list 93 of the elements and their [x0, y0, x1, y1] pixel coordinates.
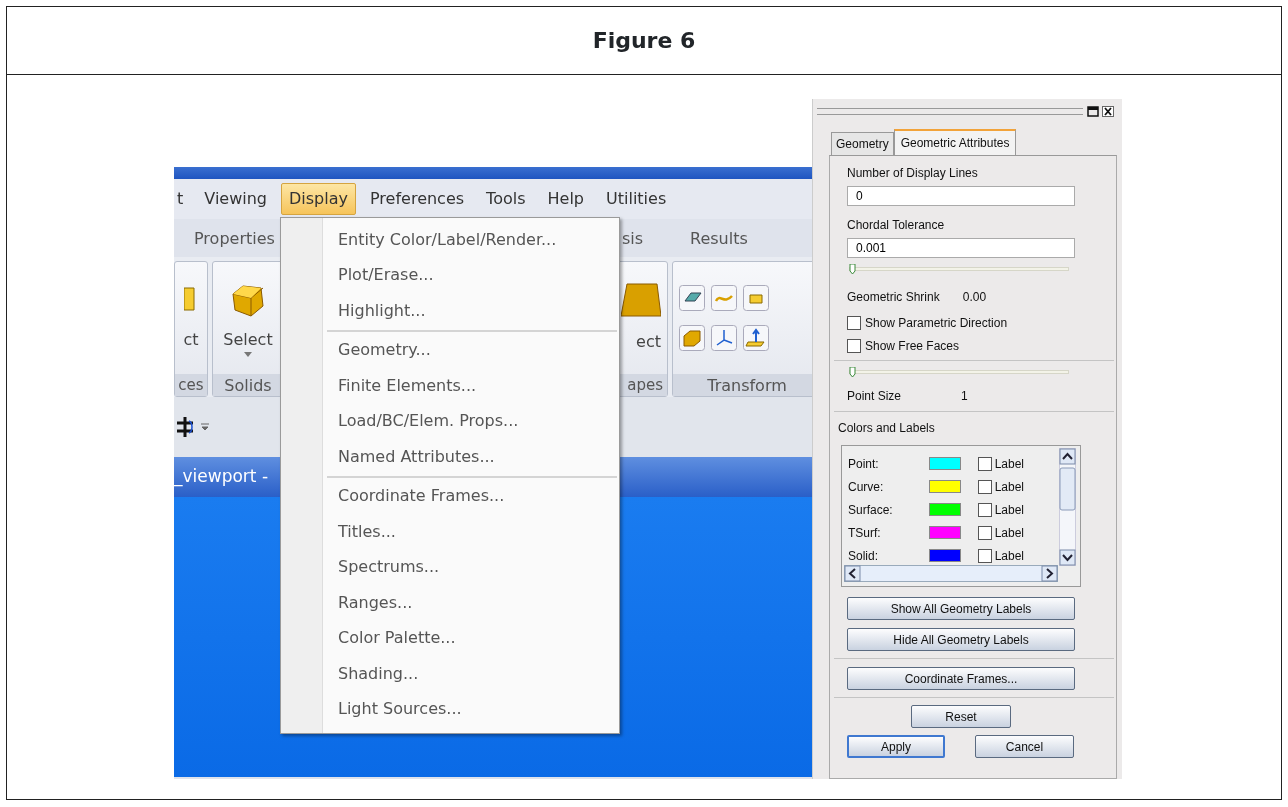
field-value: 0.00 — [962, 289, 987, 306]
checkbox[interactable] — [847, 339, 861, 353]
menu-item[interactable]: Display — [281, 183, 356, 215]
dropdown-caret-icon[interactable] — [200, 423, 210, 431]
folder-icon[interactable] — [184, 284, 198, 314]
menu-item[interactable]: Viewing — [196, 183, 275, 215]
menu-entry[interactable]: Coordinate Frames... — [323, 478, 619, 514]
slider[interactable] — [849, 367, 1069, 377]
input-field[interactable]: 0 — [847, 186, 1075, 206]
ribbon-tab[interactable]: Results — [690, 227, 748, 251]
menu-entry[interactable]: Ranges... — [323, 585, 619, 621]
cube-icon[interactable] — [679, 325, 705, 351]
color-name: Solid: — [848, 547, 879, 565]
field-label: Colors and Labels — [838, 420, 936, 437]
viewport-title: _viewport - — [174, 465, 269, 489]
checkbox-label: Label — [994, 524, 1024, 542]
grip-handle[interactable] — [817, 108, 1083, 115]
menu-entry[interactable]: Color Palette... — [323, 620, 619, 656]
ribbon-tab[interactable]: sis — [622, 227, 644, 251]
color-swatch[interactable] — [928, 457, 961, 470]
restore-icon[interactable] — [1087, 106, 1099, 117]
menu-item[interactable]: Help — [539, 183, 592, 215]
color-name: Point: — [848, 455, 879, 473]
checkbox-label: Label — [994, 547, 1024, 565]
ribbon-group-label: Solids — [224, 376, 272, 395]
panel-tab[interactable]: Geometric Attributes — [893, 129, 1017, 155]
move-icon[interactable] — [174, 415, 196, 439]
sheet-icon[interactable] — [679, 285, 705, 311]
horizontal-scrollbar[interactable] — [844, 565, 1058, 582]
caret-icon[interactable] — [244, 351, 252, 357]
checkbox[interactable] — [977, 525, 992, 540]
menu-entry[interactable]: Shading... — [323, 656, 619, 692]
checkbox-label: Show Parametric Direction — [865, 315, 1008, 332]
field-label: Geometric Shrink — [847, 289, 940, 306]
color-name: TSurf: — [848, 524, 881, 542]
menu-entry[interactable]: Spectrums... — [323, 549, 619, 585]
menu-item[interactable]: Utilities — [598, 183, 675, 215]
figure-title: Figure 6 — [592, 27, 696, 55]
menu-entry[interactable]: Titles... — [323, 514, 619, 550]
ribbon-button[interactable]: Select — [223, 327, 273, 352]
menu-item[interactable]: t — [174, 183, 187, 215]
coordinate-frames-button[interactable]: Coordinate Frames... — [847, 667, 1075, 690]
checkbox[interactable] — [977, 548, 992, 563]
color-swatch[interactable] — [928, 549, 961, 562]
ribbon-button[interactable]: ect — [636, 330, 661, 354]
checkbox[interactable] — [977, 502, 992, 517]
checkbox[interactable] — [977, 456, 992, 471]
checkbox[interactable] — [977, 479, 992, 494]
menu-entry[interactable]: Geometry... — [323, 332, 619, 368]
menu-item[interactable]: Preferences — [362, 183, 473, 215]
menu-entry[interactable]: Entity Color/Label/Render... — [323, 222, 619, 258]
field-label: Point Size — [847, 388, 902, 405]
menu-entry[interactable]: Load/BC/Elem. Props... — [323, 403, 619, 439]
dialog-button[interactable]: Cancel — [975, 735, 1074, 758]
dialog-button[interactable]: Apply — [847, 735, 945, 758]
ribbon-tab[interactable]: Properties — [194, 227, 275, 251]
slider-thumb[interactable] — [849, 264, 856, 274]
ribbon-button[interactable]: ct — [183, 328, 199, 352]
menu-item[interactable]: Tools — [478, 183, 534, 215]
checkbox-label: Label — [994, 501, 1024, 519]
menu-entry[interactable]: Finite Elements... — [323, 368, 619, 404]
checkbox[interactable] — [847, 316, 861, 330]
axes-icon[interactable] — [711, 325, 737, 351]
menu-entry[interactable]: Highlight... — [323, 293, 619, 329]
cone-icon[interactable] — [621, 282, 661, 320]
ribbon-group-label: ces — [178, 376, 204, 394]
menu-entry[interactable]: Named Attributes... — [323, 439, 619, 475]
checkbox-label: Show Free Faces — [865, 338, 960, 355]
slider-thumb[interactable] — [849, 367, 856, 377]
slider[interactable] — [849, 264, 1069, 274]
checkbox-label: Label — [994, 478, 1024, 496]
surface-icon[interactable] — [743, 285, 769, 311]
close-icon[interactable] — [1102, 106, 1114, 117]
field-value: 1 — [961, 388, 968, 405]
vertical-scrollbar[interactable] — [1059, 448, 1076, 566]
ribbon-group-label: Transform — [707, 376, 787, 395]
input-field[interactable]: 0.001 — [847, 238, 1075, 258]
field-label: Number of Display Lines — [847, 165, 979, 182]
menu-entry[interactable]: Plot/Erase... — [323, 257, 619, 293]
panel-tab[interactable]: Geometry — [831, 132, 894, 155]
color-name: Surface: — [848, 501, 893, 519]
color-swatch[interactable] — [928, 503, 961, 516]
labels-button[interactable]: Show All Geometry Labels — [847, 597, 1075, 620]
field-label: Chordal Tolerance — [847, 217, 946, 234]
checkbox-label: Label — [994, 455, 1024, 473]
color-swatch[interactable] — [928, 526, 961, 539]
curve-icon[interactable] — [711, 285, 737, 311]
reset-button[interactable]: Reset — [911, 705, 1011, 728]
color-swatch[interactable] — [928, 480, 961, 493]
color-name: Curve: — [848, 478, 884, 496]
ribbon-group-label: apes — [627, 376, 663, 394]
menu-entry[interactable]: Light Sources... — [323, 691, 619, 727]
labels-button[interactable]: Hide All Geometry Labels — [847, 628, 1075, 651]
